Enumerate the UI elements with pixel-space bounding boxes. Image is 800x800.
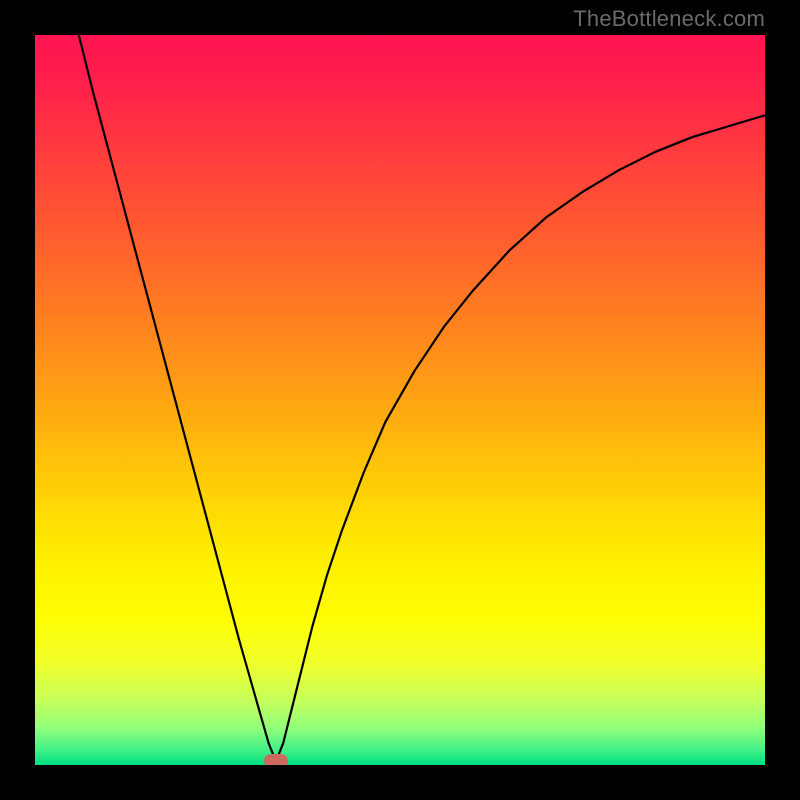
minimum-marker [264, 754, 288, 765]
chart-frame: TheBottleneck.com [0, 0, 800, 800]
plot-area [35, 35, 765, 765]
watermark-text: TheBottleneck.com [573, 6, 765, 32]
curve-left-branch [79, 35, 276, 761]
curve-right-branch [276, 115, 765, 761]
curve-svg [35, 35, 765, 765]
